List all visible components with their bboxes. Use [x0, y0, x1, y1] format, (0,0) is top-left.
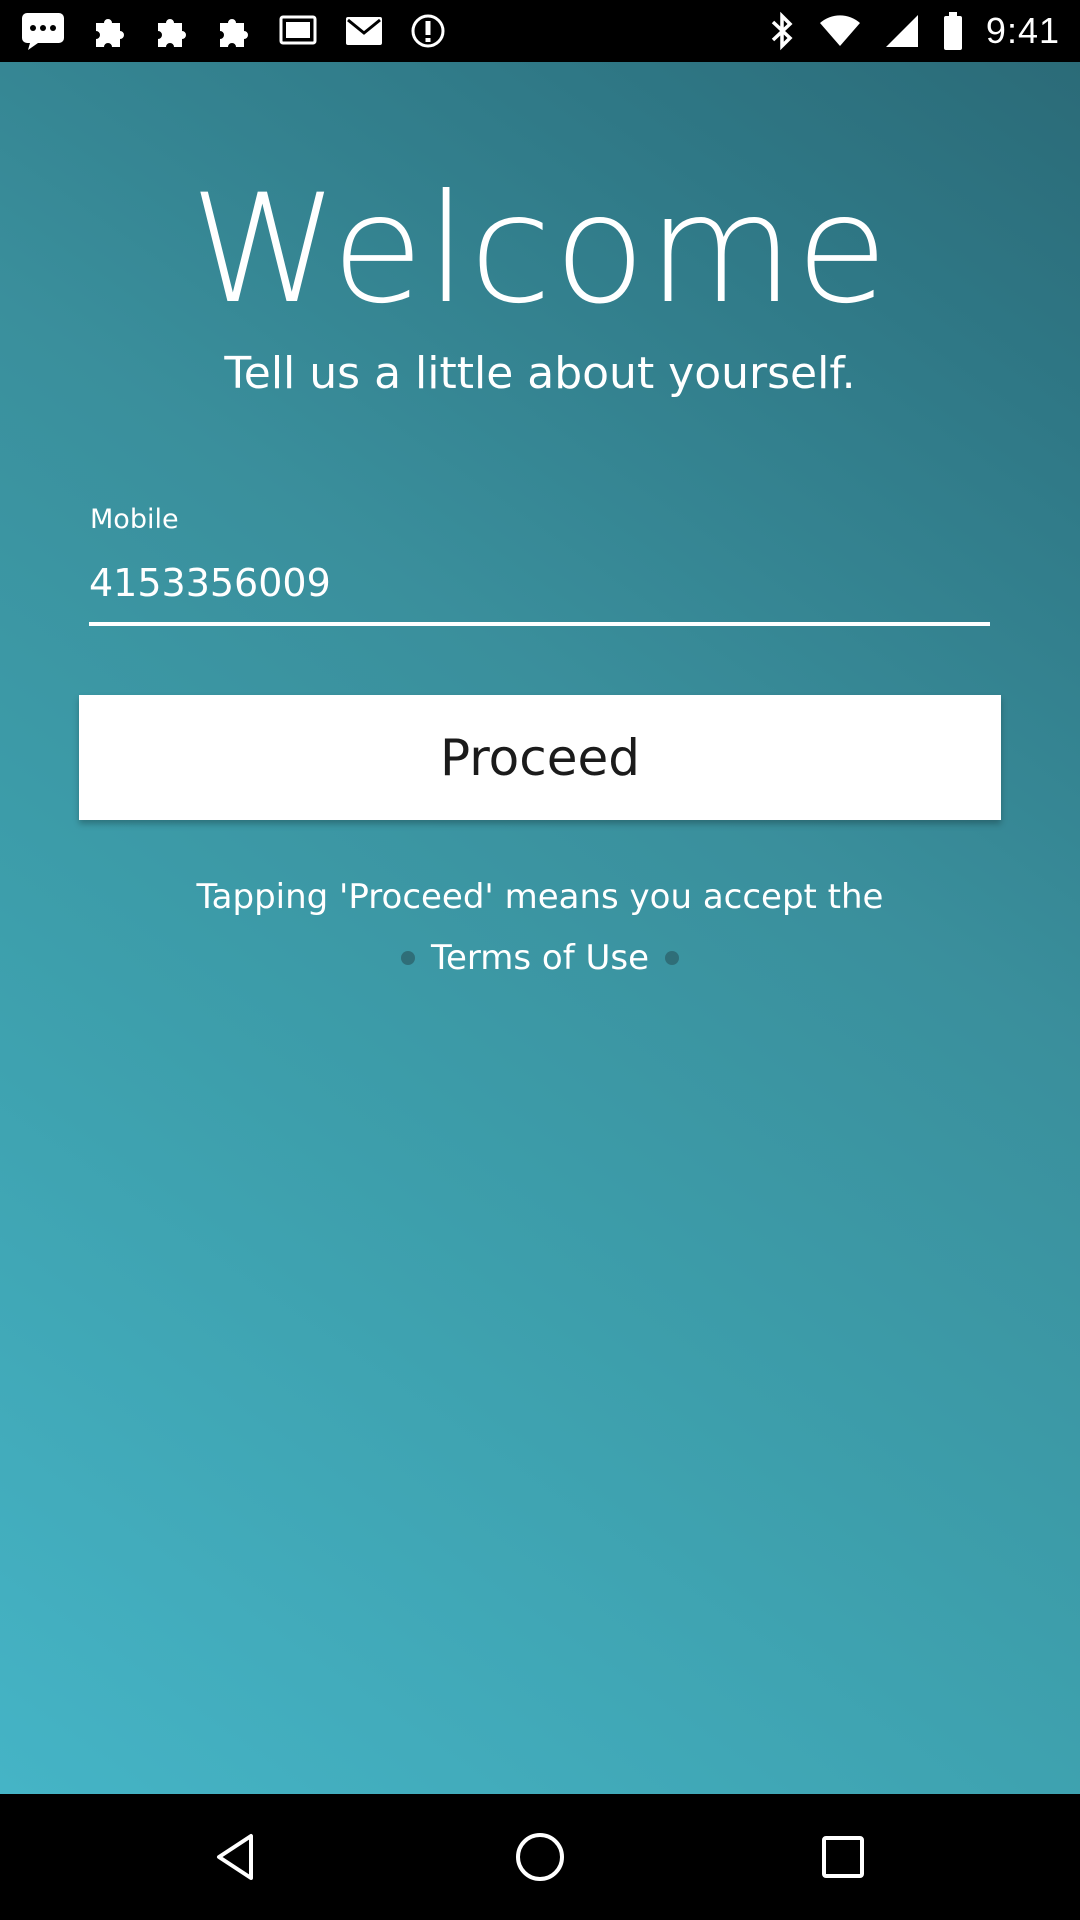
terms-disclaimer: Tapping 'Proceed' means you accept the [196, 877, 884, 917]
mobile-field-underline [89, 622, 990, 626]
terms-row: Terms of Use [0, 938, 1080, 978]
status-bar-system: 9:41 [768, 0, 1060, 62]
status-time: 9:41 [985, 10, 1060, 51]
puzzle-icon [158, 19, 186, 47]
page-subtitle: Tell us a little about yourself. [224, 348, 856, 399]
recent-apps-button[interactable] [753, 1794, 933, 1920]
home-icon [516, 1833, 564, 1881]
proceed-button[interactable]: Proceed [79, 695, 1001, 820]
mobile-field[interactable] [89, 552, 990, 614]
screen: 9:41 Welcome Tell us a little about your… [0, 0, 1080, 1920]
messages-icon [22, 13, 64, 50]
status-bar-notifications [20, 0, 446, 62]
terms-of-use-link[interactable]: Terms of Use [431, 938, 649, 978]
bullet-icon [665, 951, 680, 965]
signal-icon [885, 15, 918, 47]
puzzle-icon [96, 19, 124, 47]
back-icon [217, 1834, 253, 1880]
cast-icon [279, 15, 317, 45]
mobile-field-container [89, 552, 990, 686]
back-button[interactable] [146, 1794, 326, 1920]
wifi-icon [819, 15, 860, 46]
bullet-icon [400, 951, 415, 965]
battery-icon [943, 12, 962, 50]
recent-apps-icon [822, 1836, 864, 1878]
puzzle-icon [220, 19, 248, 47]
home-button[interactable] [450, 1794, 630, 1920]
mail-icon [346, 17, 382, 45]
status-bar: 9:41 [0, 0, 1080, 62]
bluetooth-icon [771, 11, 793, 51]
page-title: Welcome [189, 163, 891, 337]
navigation-bar [0, 1794, 1080, 1920]
mobile-label: Mobile [90, 504, 179, 535]
welcome-screen: Welcome Tell us a little about yourself.… [0, 62, 1080, 1794]
do-not-disturb-icon [411, 14, 445, 48]
